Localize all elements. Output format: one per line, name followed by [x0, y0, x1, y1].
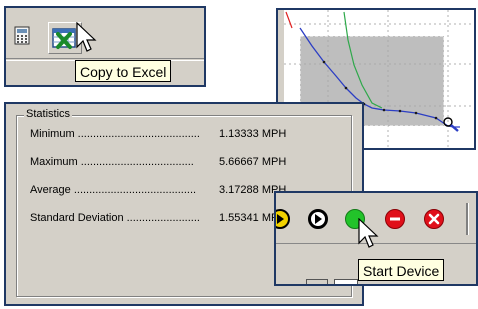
- partial-control: [334, 279, 358, 284]
- cancel-icon[interactable]: [424, 209, 444, 229]
- yellow-arrow-icon[interactable]: [276, 209, 290, 229]
- stat-value: 1.13333 MPH: [219, 128, 287, 140]
- stat-label: Average ................................…: [30, 184, 197, 196]
- mouse-pointer-icon: [358, 218, 379, 248]
- copy-to-excel-tooltip: Copy to Excel: [75, 60, 172, 82]
- stat-row-maximum: Maximum ................................…: [30, 156, 340, 170]
- stat-label: Maximum ................................…: [30, 156, 194, 168]
- mouse-pointer-icon: [76, 22, 97, 52]
- toolbar-separator: [466, 203, 468, 235]
- statistics-title: Statistics: [24, 108, 73, 120]
- play-icon[interactable]: [308, 209, 328, 229]
- stat-value: 5.66667 MPH: [219, 156, 287, 168]
- stat-row-minimum: Minimum ................................…: [30, 128, 340, 142]
- toolbar-strip: [6, 8, 204, 59]
- calculator-icon[interactable]: [12, 26, 32, 46]
- start-device-tooltip: Start Device: [358, 259, 445, 281]
- partial-control: [306, 279, 328, 284]
- stop-device-icon[interactable]: [385, 209, 405, 229]
- stat-label: Minimum ................................…: [30, 128, 200, 140]
- series-red: [285, 11, 293, 29]
- stat-label: Standard Deviation .....................…: [30, 212, 200, 224]
